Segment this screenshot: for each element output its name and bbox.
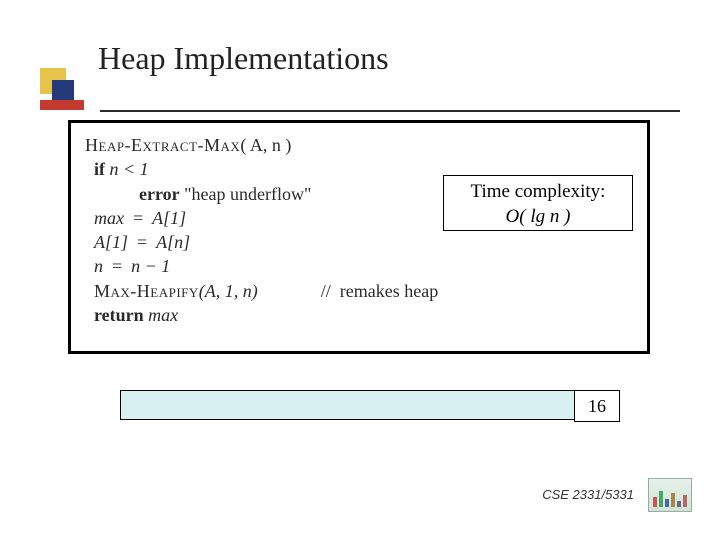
rhs-an: A[n] — [156, 232, 190, 252]
return-max: max — [144, 305, 179, 325]
cond-n-lt-1: n < 1 — [110, 159, 149, 179]
maxheapify-args: (A, 1, n) — [199, 281, 258, 301]
algo-line-5: n = n − 1 — [85, 254, 633, 278]
complexity-box: Time complexity: O( lg n ) — [443, 175, 633, 231]
icon-bar — [665, 499, 669, 507]
footer-course: CSE 2331/5331 — [542, 487, 634, 502]
icon-bar — [653, 497, 657, 507]
comment-remakes: // remakes heap — [321, 281, 438, 301]
kw-error: error — [139, 184, 180, 204]
array-cell-16: 16 — [574, 390, 620, 422]
lhs-n: n — [94, 256, 103, 276]
decor-square-red — [40, 100, 84, 110]
algo-line-6: Max-Heapify(A, 1, n) // remakes heap — [85, 279, 633, 303]
algo-name: Heap-Extract-Max — [85, 135, 240, 155]
icon-bar — [671, 493, 675, 507]
kw-return: return — [94, 305, 144, 325]
algorithm-box: Heap-Extract-Max( A, n ) if n < 1 error … — [68, 120, 650, 354]
title-bullet-decor — [40, 68, 94, 122]
icon-bar — [659, 491, 663, 507]
error-msg: "heap underflow" — [180, 184, 312, 204]
icon-bar — [683, 495, 687, 507]
slide-title: Heap Implementations — [98, 40, 389, 77]
decor-square-blue — [52, 80, 74, 102]
title-underline — [100, 110, 680, 112]
algo-header: Heap-Extract-Max( A, n ) — [85, 133, 633, 157]
algo-line-7: return max — [85, 303, 633, 327]
call-maxheapify: Max-Heapify — [94, 281, 199, 301]
rhs-nminus1: n − 1 — [131, 256, 170, 276]
rhs-a1: A[1] — [152, 208, 186, 228]
array-bar: 16 — [120, 390, 620, 420]
footer-chart-icon — [648, 478, 692, 512]
complexity-label: Time complexity: — [444, 180, 632, 205]
icon-bar — [677, 501, 681, 507]
algo-args: ( A, n ) — [240, 135, 291, 155]
complexity-value: O( lg n ) — [444, 205, 632, 230]
lhs-a1: A[1] — [94, 232, 128, 252]
kw-if: if — [94, 159, 105, 179]
algo-line-4: A[1] = A[n] — [85, 230, 633, 254]
lhs-max: max — [94, 208, 124, 228]
